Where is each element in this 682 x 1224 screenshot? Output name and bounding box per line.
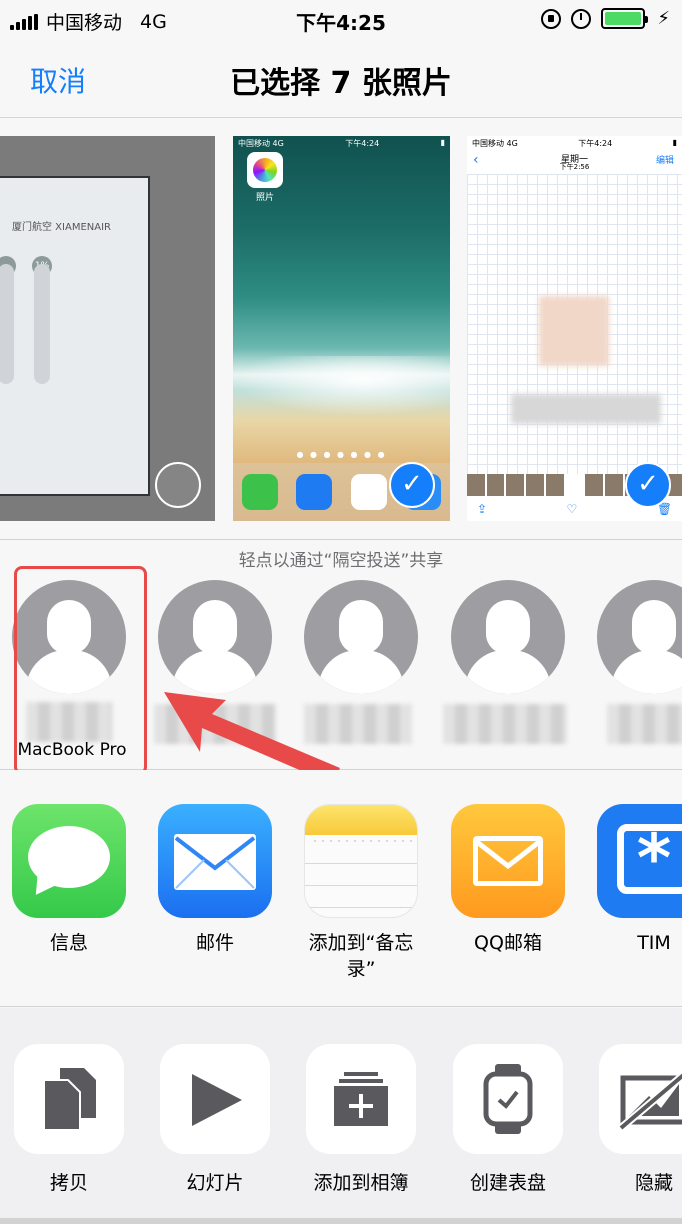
alarm-icon [571,8,592,29]
projector-slide-image: 厦门航空 XIAMENAIR 1% [0,176,150,496]
actions-row: 拷贝 幻灯片 添加到相簿 创建表盘 隐藏 [0,1008,682,1224]
copy-icon [14,1044,124,1154]
mini-nav: ‹ 星期一 下午2:56 编辑 [473,152,674,171]
share-icon: ⇪ [477,502,488,516]
person-avatar-icon [158,580,272,694]
annotation-highlight-box [14,566,147,775]
mail-icon [158,804,272,918]
safari-icon [350,474,387,510]
airdrop-contact[interactable] [304,580,420,744]
selected-checkmark-icon[interactable]: ✓ [389,462,435,508]
mini-status-bar: 中国移动 4G 下午4:24 ▮ [238,138,445,148]
app-label: 添加到“备忘录” [308,932,414,980]
messages-icon [12,804,126,918]
watch-face-icon [453,1044,563,1154]
qqmail-icon [451,804,565,918]
airdrop-contact[interactable] [154,580,276,744]
photo-thumbnail[interactable]: 厦门航空 XIAMENAIR 1% [0,136,215,521]
person-avatar-icon [304,580,418,694]
action-label: 幻灯片 [186,1172,244,1194]
share-app-notes[interactable]: 添加到“备忘录” [304,804,418,982]
photos-app-icon [247,152,283,188]
wechat-icon [242,474,279,510]
app-label: QQ邮箱 [474,932,542,954]
charging-icon: ⚡ [657,8,670,29]
photo-thumbnail[interactable]: 中国移动 4G 下午4:24 ▮ ‹ 星期一 下午2:56 编辑 ⇪ ♡ 🗑 ✓ [467,136,682,521]
divider [0,1218,682,1224]
tim-icon: * [597,804,682,918]
action-copy[interactable]: 拷贝 [14,1044,124,1195]
heart-icon: ♡ [566,502,578,516]
action-slideshow[interactable]: 幻灯片 [160,1044,270,1195]
status-bar: 中国移动 4G 下午4:25 ⚡ [0,0,682,40]
photo-thumbnail[interactable]: 中国移动 4G 下午4:24 ▮ 照片 ● ● ● ● ● ● ● ✓ [233,136,450,521]
action-add-to-album[interactable]: 添加到相簿 [306,1044,416,1195]
select-circle[interactable] [155,462,201,508]
page-title: 已选择 7 张照片 [230,66,452,101]
share-app-qqmail[interactable]: QQ邮箱 [451,804,565,956]
person-avatar-icon [597,580,682,694]
slide-caption: 厦门航空 XIAMENAIR [12,222,111,233]
add-album-icon [306,1044,416,1154]
status-right: ⚡ [541,8,670,29]
app-label: 邮件 [195,932,234,954]
person-avatar-icon [451,580,565,694]
rotation-lock-icon [541,8,562,29]
share-app-messages[interactable]: 信息 [12,804,126,956]
action-hide[interactable]: 隐藏 [599,1044,682,1195]
airdrop-contact[interactable] [443,580,567,744]
battery-icon [601,8,649,29]
notes-icon [304,804,418,918]
action-label: 拷贝 [49,1172,88,1194]
airdrop-contact[interactable] [597,580,682,744]
selected-checkmark-icon[interactable]: ✓ [625,462,671,508]
action-create-watch-face[interactable]: 创建表盘 [453,1044,563,1195]
app-label: 信息 [49,932,88,954]
action-label: 隐藏 [634,1172,673,1194]
share-sheet-header: 取消 已选择 7 张照片 [0,40,682,118]
share-app-tim[interactable]: * TIM [597,804,682,956]
hide-icon [599,1044,682,1154]
app-label: TIM [637,932,671,954]
action-label: 添加到相簿 [313,1172,409,1194]
tim-icon [296,474,333,510]
share-apps-row: 信息 邮件 添加到“备忘录” QQ邮箱 * TIM [0,770,682,1007]
page-dots: ● ● ● ● ● ● ● [296,450,387,459]
action-label: 创建表盘 [469,1172,546,1194]
photo-strip[interactable]: 厦门航空 XIAMENAIR 1% 中国移动 4G 下午4:24 ▮ 照片 ● … [0,118,682,540]
mini-status-bar: 中国移动 4G 下午4:24 ▮ [472,138,677,148]
play-icon [160,1044,270,1154]
share-app-mail[interactable]: 邮件 [158,804,272,956]
app-label: 照片 [255,193,274,203]
